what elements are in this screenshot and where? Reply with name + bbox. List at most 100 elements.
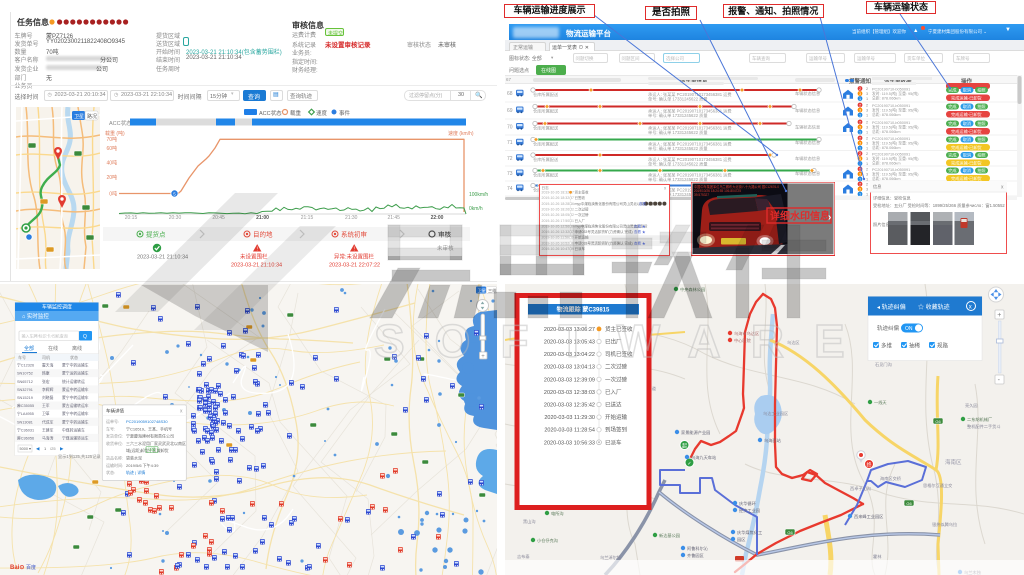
svg-text:1: 1 — [859, 178, 861, 182]
svg-text:输入车牌/标识卡/司机查询: 输入车牌/标识卡/司机查询 — [22, 333, 68, 339]
svg-text:取消: 取消 — [963, 167, 971, 174]
svg-text:▶: ▶ — [60, 446, 64, 451]
svg-text:二次过磅: 二次过磅 — [605, 363, 628, 371]
svg-text:3: 3 — [866, 92, 868, 96]
svg-text:车辆状态信息: 车辆状态信息 — [795, 90, 820, 97]
svg-text:68: 68 — [507, 91, 513, 97]
svg-text:西来峰工业园区: 西来峰工业园区 — [854, 513, 883, 520]
svg-text:运单号:: 运单号: — [106, 418, 119, 424]
svg-text:PC20190710-b050091: PC20190710-b050091 — [872, 104, 910, 108]
svg-text:李辉辉: 李辉辉 — [42, 387, 54, 392]
svg-text:车号: 车号 — [18, 354, 26, 360]
svg-text:69: 69 — [507, 108, 513, 114]
svg-text:20:45: 20:45 — [212, 215, 225, 221]
svg-text:起: 起 — [682, 444, 687, 450]
svg-text:全部: 全部 — [24, 345, 34, 352]
svg-text:☆ 收藏轨迹: ☆ 收藏轨迹 — [918, 303, 950, 311]
svg-text:货品名称:: 货品名称: — [106, 455, 123, 461]
svg-text:庆华煤焦化工: 庆华煤焦化工 — [737, 529, 762, 536]
svg-text:3: 3 — [866, 109, 868, 113]
svg-text:1: 1 — [866, 114, 868, 118]
svg-text:查看 ★: 查看 ★ — [634, 229, 646, 234]
svg-text:事件: 事件 — [339, 109, 351, 117]
svg-text:中央森林公园: 中央森林公园 — [680, 286, 705, 293]
svg-text:2019-10-26 11:50:00: 2019-10-26 11:50:00 — [542, 236, 574, 240]
svg-text:+: + — [481, 354, 485, 360]
svg-text:1: 1 — [859, 162, 861, 166]
svg-text:乌海九天车站: 乌海九天车站 — [691, 454, 716, 461]
svg-text:74: 74 — [507, 186, 513, 192]
svg-text:查看 ★: 查看 ★ — [634, 223, 646, 228]
svg-text:司机已签收: 司机已签收 — [605, 350, 633, 358]
svg-text:宁C16519、王某、手机号: 宁C16519、王某、手机号 — [126, 425, 172, 431]
svg-text:车辆状态信息: 车辆状态信息 — [795, 139, 820, 146]
svg-text:2020-03-03 10:56:33: 2020-03-03 10:56:33 — [544, 440, 595, 446]
svg-text:2: 2 — [859, 87, 861, 91]
svg-text:多维: 多维 — [881, 342, 893, 350]
svg-text:1: 1 — [866, 147, 868, 151]
svg-text:开始运输: 开始运输 — [605, 413, 628, 421]
svg-text:整机配件二手货斗: 整机配件二手货斗 — [967, 423, 1001, 430]
svg-text:王军: 王军 — [42, 403, 50, 408]
svg-text:庆华循环: 庆华循环 — [739, 500, 756, 507]
svg-text:1: 1 — [859, 147, 861, 151]
svg-text:海南区交桥: 海南区交桥 — [880, 475, 902, 482]
svg-text:ACC状态: ACC状态 — [259, 109, 282, 117]
svg-text:蒙宁中转运输车: 蒙宁中转运输车 — [62, 395, 89, 400]
svg-text:PC20190710-b050091: PC20190710-b050091 — [872, 121, 910, 125]
svg-text:2: 2 — [859, 121, 861, 125]
svg-text:宁煤运输转运车: 宁煤运输转运车 — [62, 436, 89, 441]
svg-text:2: 2 — [866, 87, 868, 91]
svg-text:单号: 确认单 17331245622 质量: 单号: 确认单 17331245622 质量 — [648, 145, 708, 152]
svg-text:二次过磅: 二次过磅 — [575, 207, 589, 212]
svg-text:2: 2 — [859, 152, 861, 156]
svg-text:宁C12326: 宁C12326 — [17, 363, 34, 368]
svg-text:目的地: 目的地 — [253, 229, 273, 238]
svg-text:SN15219: SN15219 — [17, 396, 33, 400]
svg-text:2023-03-21 21:10:34: 2023-03-21 21:10:34 — [137, 255, 188, 261]
svg-text:20:30: 20:30 — [169, 215, 182, 221]
svg-text:完成运输-已卸货: 完成运输-已卸货 — [951, 94, 982, 101]
svg-text:x: x — [664, 186, 667, 191]
svg-text:取消: 取消 — [963, 87, 971, 94]
svg-text:已出厂: 已出厂 — [605, 338, 622, 346]
svg-text:40吨: 40吨 — [106, 159, 117, 166]
svg-text:乌海市乌达区: 乌海市乌达区 — [734, 330, 759, 337]
svg-text:20吨: 20吨 — [106, 174, 117, 181]
svg-text:2020-03-03 13:06:27: 2020-03-03 13:06:27 — [544, 327, 595, 333]
svg-text:状态:: 状态: — [106, 469, 115, 475]
svg-text:完成运输-已卸货: 完成运输-已卸货 — [951, 111, 982, 118]
svg-text:Bai⊙: Bai⊙ — [10, 565, 24, 571]
svg-text:小仓伃克沟: 小仓伃克沟 — [537, 537, 558, 544]
svg-text:载重: 载重 — [290, 109, 302, 117]
svg-text:G6: G6 — [906, 501, 912, 506]
svg-text:拍照: 拍照 — [977, 152, 985, 159]
svg-text:黑山沟: 黑山沟 — [523, 518, 536, 525]
svg-text:车辆状态信息: 车辆状态信息 — [795, 107, 820, 114]
svg-text:3: 3 — [866, 126, 868, 130]
svg-text:异常:未设置围栏: 异常:未设置围栏 — [334, 253, 375, 261]
svg-text:车辆监控调度: 车辆监控调度 — [42, 304, 72, 311]
svg-text:宁夏慶海建材有限责任公司: 宁夏慶海建材有限责任公司 — [126, 433, 174, 439]
svg-text:袋装水泥: 袋装水泥 — [126, 455, 142, 461]
svg-text:已入厂: 已入厂 — [605, 389, 622, 396]
svg-text:发时: 119.5(吨) 至重: 95(吨): 发时: 119.5(吨) 至重: 95(吨) — [872, 125, 919, 130]
svg-text:三六三水泥用厂家灵武灵北以南区: 三六三水泥用厂家灵武灵北以南区 — [126, 440, 186, 446]
svg-text:2: 2 — [866, 104, 868, 108]
svg-text:取消: 取消 — [963, 103, 971, 110]
svg-text:王建军: 王建军 — [42, 427, 54, 432]
svg-text:2: 2 — [866, 137, 868, 141]
svg-text:开始运输: 开始运输 — [575, 235, 589, 240]
svg-text:◀: ◀ — [36, 446, 40, 451]
svg-text:1: 1 — [866, 162, 868, 166]
svg-text:霍天海: 霍天海 — [42, 363, 54, 368]
svg-text:乌达区: 乌达区 — [787, 339, 800, 346]
svg-text:PC20190710-b050091: PC20190710-b050091 — [872, 153, 910, 157]
svg-text:取消: 取消 — [963, 120, 971, 127]
svg-text:3: 3 — [859, 173, 861, 177]
svg-text:20:15: 20:15 — [125, 215, 138, 221]
svg-text:完成: 完成 — [948, 152, 956, 159]
svg-text:蒙宁中转运输车: 蒙宁中转运输车 — [62, 411, 89, 416]
svg-text:1: 1 — [866, 131, 868, 135]
svg-text:单号: 确认单 17331245622 质量: 单号: 确认单 17331245622 质量 — [648, 161, 708, 168]
